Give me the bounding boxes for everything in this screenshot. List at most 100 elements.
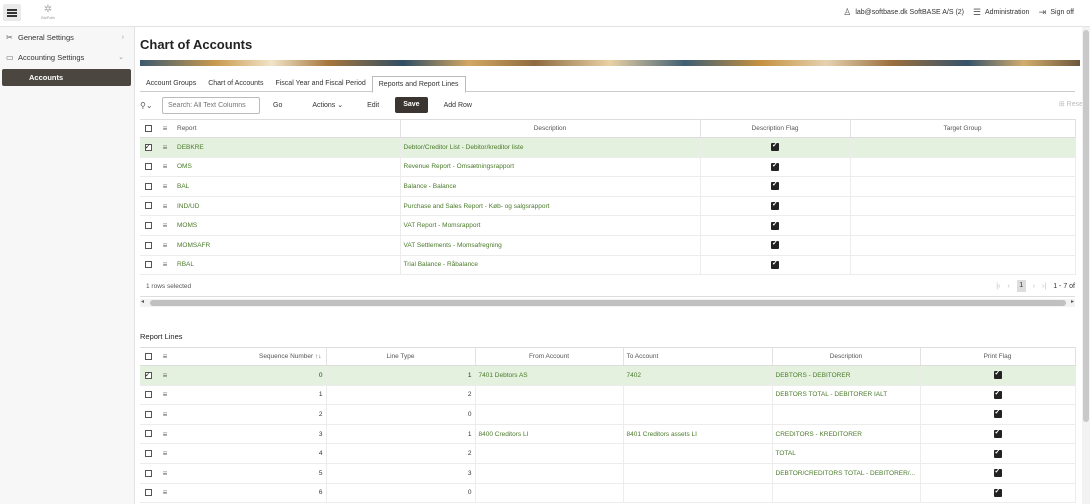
next-page-icon[interactable]: ›	[1033, 283, 1035, 290]
target-group-cell[interactable]	[850, 157, 1076, 178]
target-group-cell[interactable]	[850, 255, 1076, 276]
from-account-cell[interactable]	[475, 463, 624, 484]
column-header-description[interactable]: Description	[772, 347, 921, 366]
go-button[interactable]: Go	[269, 102, 286, 109]
row-actions-menu[interactable]: ≡	[156, 196, 174, 217]
description-cell[interactable]: DEBTORS - DEBITORER	[772, 365, 921, 386]
row-actions-menu[interactable]: ≡	[156, 483, 174, 504]
row-actions-menu[interactable]: ≡	[156, 385, 174, 406]
flag-cell[interactable]	[920, 385, 1076, 406]
flag-cell[interactable]	[920, 463, 1076, 484]
line-type-cell[interactable]: 3	[326, 463, 476, 484]
sequence-number-cell[interactable]: 0	[174, 365, 327, 386]
scroll-right-icon[interactable]: ▸	[1071, 298, 1074, 305]
table-row[interactable]: ≡ 3 1 8400 Creditors LI 8401 Creditors asset…	[140, 424, 1076, 445]
to-account-cell[interactable]	[623, 404, 773, 425]
current-page[interactable]: 1	[1016, 280, 1026, 292]
table-row[interactable]: ≡ 017401 Debtors AS7402DEBTORS - DEBITORE…	[140, 365, 1076, 386]
to-account-cell[interactable]: 7402	[623, 365, 773, 386]
row-actions-menu[interactable]: ≡	[156, 365, 174, 386]
administration-link[interactable]: ☰ Administration	[972, 7, 1029, 17]
scrollbar-thumb[interactable]	[150, 300, 1066, 306]
row-select-checkbox[interactable]	[140, 404, 156, 425]
add-row-button[interactable]: Add Row	[440, 102, 476, 109]
report-code-cell[interactable]: MOMS	[174, 215, 401, 236]
row-select-checkbox[interactable]	[140, 255, 156, 276]
flag-cell[interactable]	[700, 196, 851, 217]
tab-fiscal-year[interactable]: Fiscal Year and Fiscal Period	[269, 76, 371, 92]
tab-reports-and-report-lines[interactable]: Reports and Report Lines	[371, 76, 466, 93]
description-cell[interactable]: DEBTORS TOTAL - DEBITORER IALT	[772, 385, 921, 406]
report-code-cell[interactable]: BAL	[174, 176, 401, 197]
row-select-checkbox[interactable]	[140, 196, 156, 217]
from-account-cell[interactable]: 7401 Debtors AS	[475, 365, 624, 386]
line-type-cell[interactable]: 0	[326, 404, 476, 425]
description-cell[interactable]: VAT Report - Momsrapport	[400, 215, 701, 236]
row-actions-header[interactable]: ≡	[156, 119, 174, 138]
column-header-from-account[interactable]: From Account	[475, 347, 624, 366]
line-type-cell[interactable]: 1	[326, 424, 476, 445]
row-select-checkbox[interactable]	[140, 235, 156, 256]
target-group-cell[interactable]	[850, 137, 1076, 158]
to-account-cell[interactable]	[623, 463, 773, 484]
sidebar-item-accounting-settings[interactable]: ▭ Accounting Settings ⌄	[0, 47, 134, 67]
description-cell[interactable]: Purchase and Sales Report - Køb- og salg…	[400, 196, 701, 217]
horizontal-scrollbar[interactable]: ◂ ▸	[140, 299, 1075, 307]
flag-cell[interactable]	[700, 215, 851, 236]
flag-cell[interactable]	[700, 157, 851, 178]
row-actions-menu[interactable]: ≡	[156, 463, 174, 484]
sequence-number-cell[interactable]: 6	[174, 483, 327, 504]
column-header-sequence-number[interactable]: Sequence Number ↑↓	[174, 347, 327, 366]
row-actions-menu[interactable]: ≡	[156, 157, 174, 178]
actions-menu-button[interactable]: Actions ⌄	[308, 101, 347, 109]
table-row[interactable]: ≡ 5 3 DEBTOR/CREDITORS TOTAL - DEBITORER/..…	[140, 463, 1076, 484]
row-select-checkbox[interactable]	[140, 137, 156, 158]
description-cell[interactable]	[772, 404, 921, 425]
row-actions-menu[interactable]: ≡	[156, 404, 174, 425]
select-all-checkbox[interactable]	[140, 119, 156, 138]
description-cell[interactable]: DEBTOR/CREDITORS TOTAL - DEBITORER/...	[772, 463, 921, 484]
from-account-cell[interactable]	[475, 483, 624, 504]
to-account-cell[interactable]	[623, 483, 773, 504]
row-select-checkbox[interactable]	[140, 483, 156, 504]
table-row[interactable]: ≡ OMS Revenue Report - Omsætningsrapport	[140, 157, 1076, 178]
target-group-cell[interactable]	[850, 196, 1076, 217]
column-header-description[interactable]: Description	[400, 119, 701, 138]
page-vertical-scrollbar[interactable]	[1082, 27, 1090, 504]
row-actions-menu[interactable]: ≡	[156, 424, 174, 445]
tab-account-groups[interactable]: Account Groups	[140, 76, 202, 92]
reset-button[interactable]: ⊞ Rese	[1059, 100, 1083, 108]
sidebar-item-general-settings[interactable]: ✂ General Settings ›	[0, 27, 134, 47]
column-header-report[interactable]: Report	[174, 119, 401, 138]
column-header-description-flag[interactable]: Description Flag	[700, 119, 851, 138]
line-type-cell[interactable]: 2	[326, 385, 476, 406]
report-code-cell[interactable]: IND/UD	[174, 196, 401, 217]
sequence-number-cell[interactable]: 3	[174, 424, 327, 445]
line-type-cell[interactable]: 1	[326, 365, 476, 386]
flag-cell[interactable]	[700, 176, 851, 197]
table-row[interactable]: ≡ DEBKREDebtor/Creditor List - Debitor/kr…	[140, 137, 1076, 158]
report-code-cell[interactable]: RBAL	[174, 255, 401, 276]
table-row[interactable]: ≡ 4 2 TOTAL	[140, 443, 1076, 464]
sequence-number-cell[interactable]: 2	[174, 404, 327, 425]
tab-chart-of-accounts[interactable]: Chart of Accounts	[202, 76, 269, 92]
description-cell[interactable]: VAT Settlements - Momsafregning	[400, 235, 701, 256]
row-actions-menu[interactable]: ≡	[156, 255, 174, 276]
from-account-cell[interactable]	[475, 443, 624, 464]
to-account-cell[interactable]: 8401 Creditors assets LI	[623, 424, 773, 445]
table-row[interactable]: ≡ 1 2 DEBTORS TOTAL - DEBITORER IALT	[140, 385, 1076, 406]
row-actions-menu[interactable]: ≡	[156, 443, 174, 464]
from-account-cell[interactable]	[475, 404, 624, 425]
sign-off-link[interactable]: ⇥ Sign off	[1037, 7, 1074, 17]
column-header-line-type[interactable]: Line Type	[326, 347, 476, 366]
from-account-cell[interactable]	[475, 385, 624, 406]
flag-cell[interactable]	[920, 424, 1076, 445]
to-account-cell[interactable]	[623, 385, 773, 406]
first-page-icon[interactable]: |‹	[996, 283, 1000, 290]
scroll-left-icon[interactable]: ◂	[141, 298, 144, 305]
description-cell[interactable]: Trial Balance - Råbalance	[400, 255, 701, 276]
description-cell[interactable]: Revenue Report - Omsætningsrapport	[400, 157, 701, 178]
report-code-cell[interactable]: DEBKRE	[174, 137, 401, 158]
row-actions-header[interactable]: ≡	[156, 347, 174, 366]
description-cell[interactable]: TOTAL	[772, 443, 921, 464]
